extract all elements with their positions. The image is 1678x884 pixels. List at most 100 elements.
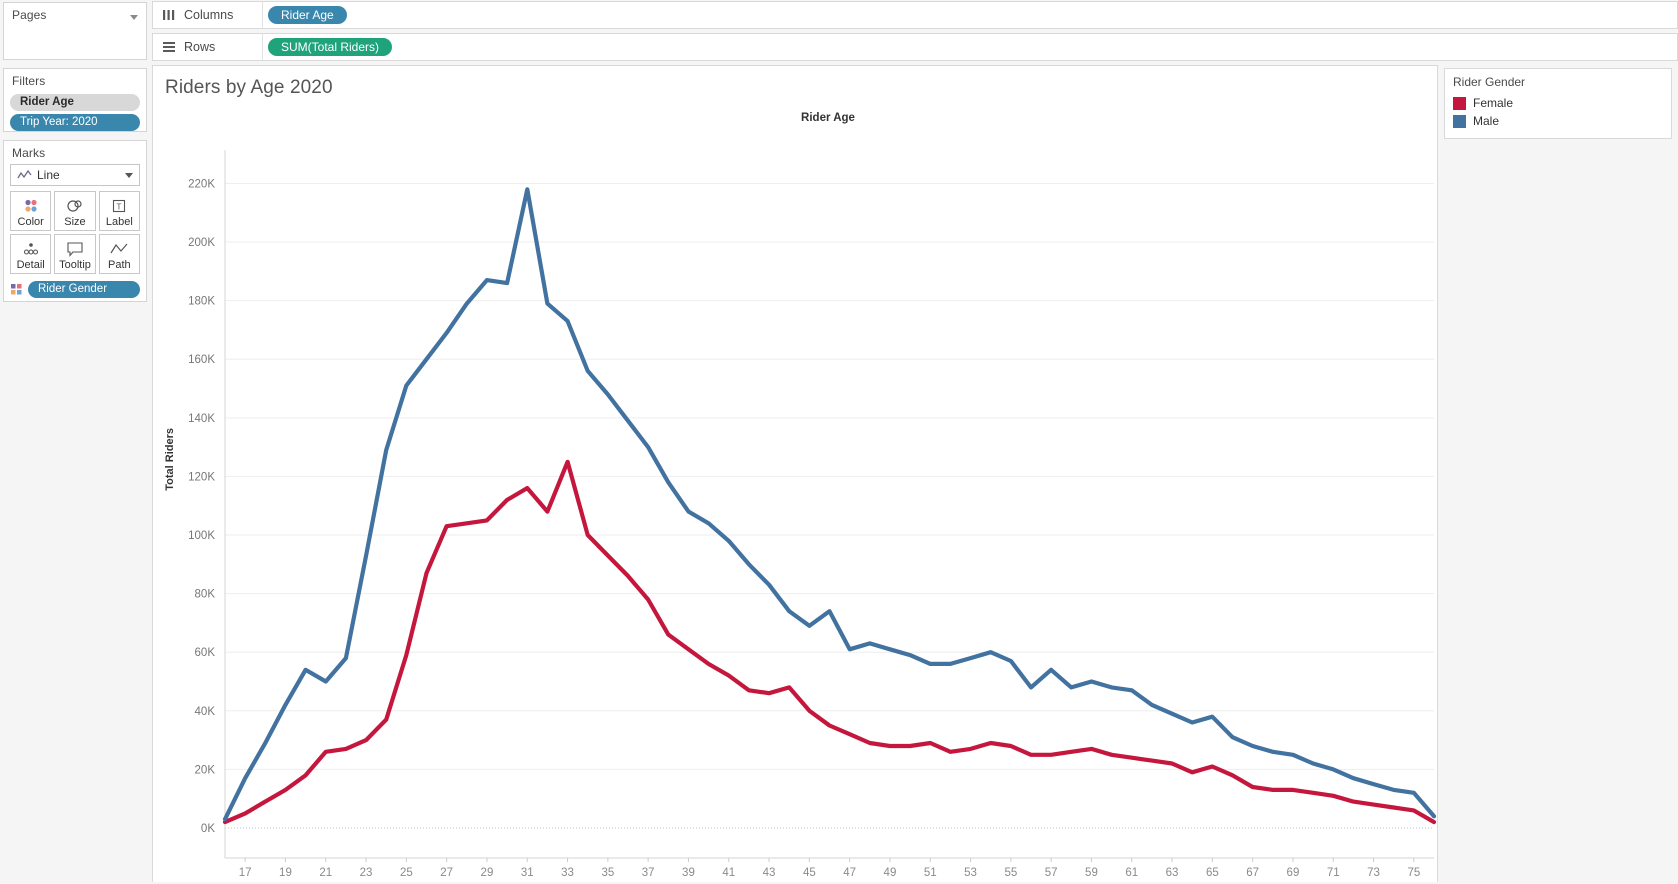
x-axis-tick: 55 xyxy=(1004,867,1017,879)
marks-label-label: Label xyxy=(105,216,133,228)
columns-label-box: Columns xyxy=(153,2,263,28)
y-axis-tick: 160K xyxy=(188,354,215,366)
marks-size-button[interactable]: Size xyxy=(54,191,96,231)
marks-color-label: Color xyxy=(17,216,44,228)
mark-type-value: Line xyxy=(37,168,60,182)
y-axis-tick: 140K xyxy=(188,413,215,425)
x-axis-tick: 69 xyxy=(1287,867,1300,879)
x-axis-tick: 45 xyxy=(803,867,816,879)
x-axis-tick: 41 xyxy=(722,867,735,879)
x-axis-tick: 31 xyxy=(521,867,534,879)
column-field-header: Rider Age xyxy=(801,112,855,124)
x-axis-tick: 17 xyxy=(239,867,252,879)
series-line-female[interactable] xyxy=(222,459,1437,825)
rows-pill-sum-total-riders[interactable]: SUM(Total Riders) xyxy=(268,38,393,56)
path-icon xyxy=(109,239,129,259)
y-axis-tick: 180K xyxy=(188,296,215,308)
legend-swatch-male xyxy=(1453,114,1466,128)
left-panel: Pages Filters Rider Age Trip Year: 2020 … xyxy=(0,0,150,884)
marks-detail-label: Detail xyxy=(16,259,45,271)
x-axis-tick: 43 xyxy=(763,867,776,879)
marks-path-label: Path xyxy=(108,259,131,271)
chevron-down-icon[interactable] xyxy=(130,15,138,20)
line-mark-icon xyxy=(17,169,32,181)
x-axis-tick: 63 xyxy=(1166,867,1179,879)
rows-shelf[interactable]: Rows SUM(Total Riders) xyxy=(152,33,1678,61)
marks-path-button[interactable]: Path xyxy=(98,234,140,274)
legend-label-female: Female xyxy=(1473,96,1514,110)
x-axis-tick: 49 xyxy=(884,867,897,879)
chevron-down-icon[interactable] xyxy=(125,173,133,178)
x-axis-tick: 25 xyxy=(400,867,413,879)
rows-label: Rows xyxy=(184,40,216,54)
x-axis-tick: 39 xyxy=(682,867,695,879)
x-axis-tick: 57 xyxy=(1045,867,1058,879)
x-axis-tick: 75 xyxy=(1407,867,1420,879)
x-axis-tick: 29 xyxy=(481,867,494,879)
y-axis-tick: 60K xyxy=(195,647,216,659)
filters-card: Filters Rider Age Trip Year: 2020 xyxy=(3,68,147,132)
y-axis-tick: 0K xyxy=(201,823,215,835)
y-axis-tick: 220K xyxy=(188,178,215,190)
legend-area: Rider Gender Female Male xyxy=(1440,65,1678,883)
filter-pill-trip-year[interactable]: Trip Year: 2020 xyxy=(10,114,140,131)
filters-title: Filters xyxy=(12,74,46,88)
legend-swatch-female xyxy=(1453,96,1466,110)
pages-title: Pages xyxy=(12,8,47,22)
columns-shelf[interactable]: Columns Rider Age xyxy=(152,1,1678,29)
x-axis-tick: 73 xyxy=(1367,867,1380,879)
x-axis-tick: 47 xyxy=(843,867,856,879)
rows-icon xyxy=(162,41,176,53)
x-axis-tick: 67 xyxy=(1246,867,1259,879)
size-icon xyxy=(65,196,85,216)
columns-icon xyxy=(162,9,176,21)
x-axis-tick: 33 xyxy=(561,867,574,879)
marks-title: Marks xyxy=(12,146,46,160)
filter-pill-rider-age[interactable]: Rider Age xyxy=(10,94,140,111)
y-axis-tick: 80K xyxy=(195,589,216,601)
tooltip-icon xyxy=(66,239,84,259)
marks-buttons-grid: Color Size T Label Detail Tooltip Path xyxy=(10,191,140,274)
label-icon: T xyxy=(111,196,127,216)
mark-type-dropdown[interactable]: Line xyxy=(10,164,140,186)
x-axis-tick: 65 xyxy=(1206,867,1219,879)
y-axis-tick: 100K xyxy=(188,530,215,542)
marks-color-button[interactable]: Color xyxy=(10,191,52,231)
marks-card: Marks Line Color Size T Label Detail Too… xyxy=(3,140,147,302)
pages-card: Pages xyxy=(3,2,147,60)
marks-detail-button[interactable]: Detail xyxy=(10,234,52,274)
columns-label: Columns xyxy=(184,8,234,22)
color-legend: Rider Gender Female Male xyxy=(1444,68,1672,139)
svg-text:T: T xyxy=(117,203,122,212)
rows-label-box: Rows xyxy=(153,34,263,60)
y-axis-tick: 200K xyxy=(188,237,215,249)
x-axis-tick: 51 xyxy=(924,867,937,879)
line-chart[interactable]: 0K 20K 40K 60K 80K 100K 120K 140K 160K 180K 200K 22… xyxy=(153,128,1438,883)
marks-size-label: Size xyxy=(64,216,86,228)
shelf-area: Columns Rider Age Rows SUM(Total Riders) xyxy=(152,0,1678,63)
legend-title: Rider Gender xyxy=(1453,75,1526,89)
color-icon xyxy=(10,283,23,296)
marks-tooltip-label: Tooltip xyxy=(59,259,91,271)
marks-pill-rider-gender[interactable]: Rider Gender xyxy=(28,281,140,298)
marks-label-button[interactable]: T Label xyxy=(98,191,140,231)
y-axis-tick: 20K xyxy=(195,764,216,776)
x-axis-tick: 27 xyxy=(440,867,453,879)
columns-pill-rider-age[interactable]: Rider Age xyxy=(268,6,347,24)
x-axis-tick: 59 xyxy=(1085,867,1098,879)
plot-area[interactable]: Total Riders 0K 20K 40K 60K 80K 100K 120K 140K 1… xyxy=(153,128,1438,883)
x-axis-tick: 21 xyxy=(319,867,332,879)
legend-item-female[interactable]: Female xyxy=(1453,94,1663,112)
x-axis-tick: 19 xyxy=(279,867,292,879)
color-icon xyxy=(22,196,40,216)
detail-icon xyxy=(21,239,41,259)
x-axis-tick: 53 xyxy=(964,867,977,879)
marks-tooltip-button[interactable]: Tooltip xyxy=(54,234,96,274)
x-axis-tick: 37 xyxy=(642,867,655,879)
y-axis-tick: 120K xyxy=(188,471,215,483)
x-axis-tick: 71 xyxy=(1327,867,1340,879)
legend-label-male: Male xyxy=(1473,114,1500,128)
legend-item-male[interactable]: Male xyxy=(1453,112,1663,130)
worksheet-view: Riders by Age 2020 Rider Age Total Rider… xyxy=(152,65,1438,883)
marks-encoding-row: Rider Gender xyxy=(10,281,140,298)
